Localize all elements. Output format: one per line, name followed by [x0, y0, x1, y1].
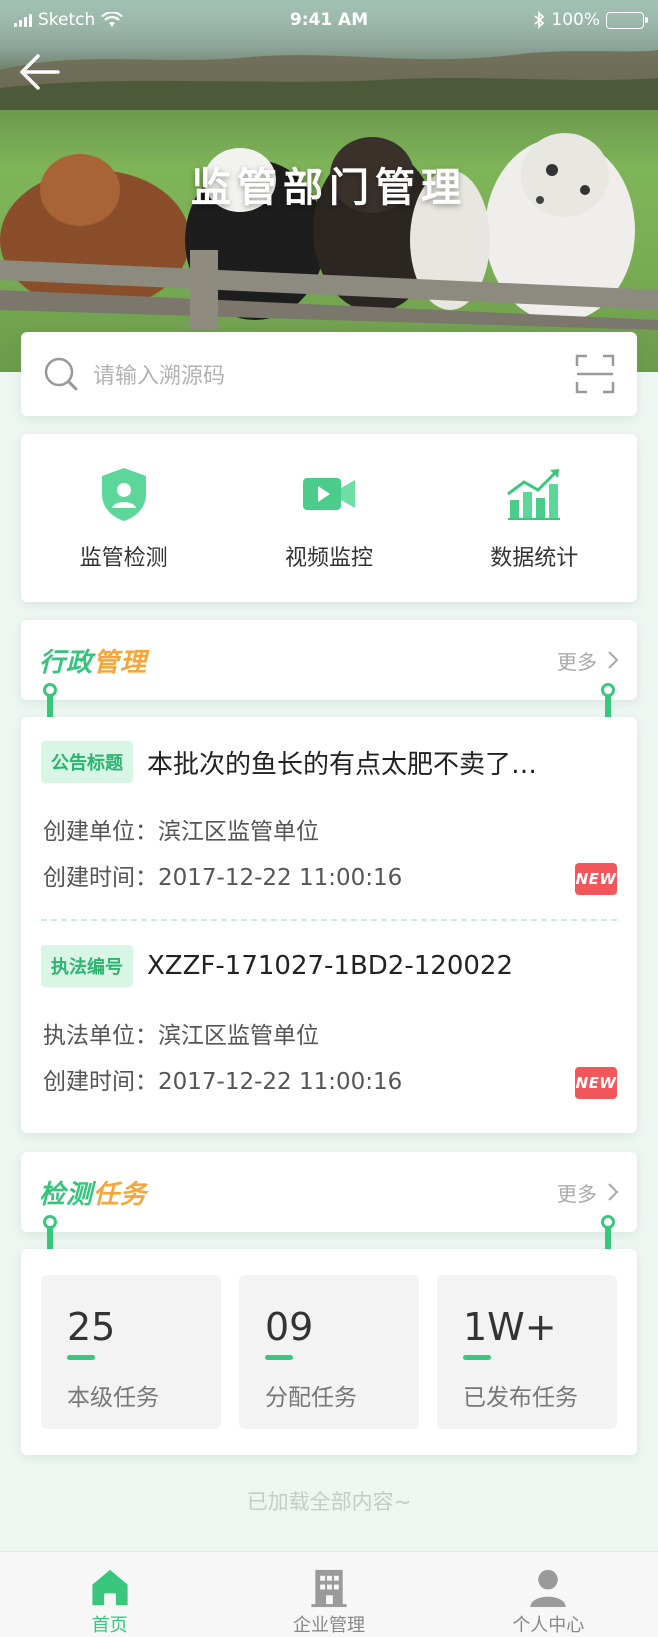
task-section-title: 检测任务 — [39, 1179, 148, 1210]
notice-time: 创建时间：2017-12-22 11:00:16 — [43, 865, 403, 891]
status-bar: Sketch 9:41 AM 100% — [0, 0, 658, 40]
notice-title: 本批次的鱼长的有点太肥不卖了… — [147, 749, 538, 780]
task-label: 已发布任务 — [463, 1385, 578, 1411]
accent-underline — [265, 1355, 293, 1360]
hero-banner: Sketch 9:41 AM 100% 监管部门管理 — [0, 0, 658, 372]
admin-more-link[interactable]: 更多 — [557, 646, 619, 675]
task-value: 1W+ — [463, 1305, 557, 1349]
tab-enterprise[interactable]: 企业管理 — [229, 1552, 429, 1637]
tab-profile[interactable]: 个人中心 — [448, 1552, 648, 1637]
quick-action-stats[interactable]: 数据统计 — [444, 464, 624, 572]
quick-action-supervision[interactable]: 监管检测 — [34, 464, 214, 572]
task-stat-assigned[interactable]: 09 分配任务 — [239, 1275, 419, 1429]
notice-unit: 创建单位：滨江区监管单位 — [43, 819, 319, 845]
chart-growth-icon — [507, 469, 561, 520]
tab-label: 企业管理 — [292, 1615, 365, 1636]
loaded-all-note: 已加载全部内容~ — [246, 1490, 412, 1514]
admin-section-title: 行政管理 — [39, 647, 148, 678]
search-bar[interactable]: 请输入溯源码 — [21, 332, 637, 416]
enforcement-unit: 执法单位：滨江区监管单位 — [43, 1023, 319, 1049]
tab-label: 首页 — [91, 1615, 128, 1636]
signal-icon — [14, 13, 32, 27]
notice-tag: 公告标题 — [41, 741, 133, 783]
enforcement-time: 创建时间：2017-12-22 11:00:16 — [43, 1069, 403, 1095]
battery-percent: 100% — [551, 10, 600, 30]
task-stat-published[interactable]: 1W+ 已发布任务 — [437, 1275, 617, 1429]
task-label: 分配任务 — [265, 1385, 357, 1411]
new-badge: NEW — [575, 1067, 617, 1099]
enforcement-tag: 执法编号 — [41, 945, 133, 987]
list-item[interactable]: 公告标题 本批次的鱼长的有点太肥不卖了… 创建单位：滨江区监管单位 创建时间：2… — [41, 717, 617, 901]
home-icon — [92, 1569, 128, 1606]
enforcement-number: XZZF-171027-1BD2-120022 — [147, 951, 513, 981]
wifi-icon — [101, 12, 124, 27]
user-icon — [530, 1569, 566, 1608]
accent-underline — [67, 1355, 95, 1360]
task-stat-local[interactable]: 25 本级任务 — [41, 1275, 221, 1429]
bluetooth-icon — [534, 11, 545, 29]
building-icon — [311, 1569, 347, 1608]
chevron-right-icon — [608, 1183, 619, 1201]
task-more-link[interactable]: 更多 — [557, 1178, 619, 1207]
search-placeholder[interactable]: 请输入溯源码 — [93, 358, 575, 390]
quick-action-video[interactable]: 视频监控 — [239, 464, 419, 572]
quick-actions: 监管检测 视频监控 数据统计 — [21, 434, 637, 602]
tab-bar: 首页 企业管理 个人中心 — [0, 1551, 658, 1637]
battery-icon — [606, 11, 648, 29]
back-arrow-icon[interactable] — [18, 52, 62, 92]
task-label: 本级任务 — [67, 1385, 159, 1411]
tab-label: 个人中心 — [512, 1615, 585, 1636]
fence-illustration — [0, 250, 658, 330]
tab-home[interactable]: 首页 — [10, 1552, 210, 1637]
shield-user-icon — [101, 468, 146, 521]
quick-action-label: 监管检测 — [79, 546, 168, 571]
list-item[interactable]: 执法编号 XZZF-171027-1BD2-120022 执法单位：滨江区监管单… — [41, 921, 617, 1105]
mountains-illustration — [0, 50, 658, 110]
video-camera-icon — [302, 478, 355, 510]
quick-action-label: 视频监控 — [284, 546, 373, 571]
search-icon — [44, 357, 78, 391]
quick-action-label: 数据统计 — [490, 546, 579, 571]
new-badge: NEW — [575, 863, 617, 895]
admin-list: 公告标题 本批次的鱼长的有点太肥不卖了… 创建单位：滨江区监管单位 创建时间：2… — [21, 717, 637, 1133]
accent-underline — [463, 1355, 491, 1360]
scan-icon[interactable] — [575, 354, 615, 394]
task-stats: 25 本级任务 09 分配任务 1W+ 已发布任务 — [21, 1249, 637, 1455]
task-value: 25 — [67, 1305, 116, 1349]
chevron-right-icon — [608, 651, 619, 669]
admin-section-header: 行政管理 更多 — [21, 620, 637, 700]
task-section-header: 检测任务 更多 — [21, 1152, 637, 1232]
task-value: 09 — [265, 1305, 314, 1349]
carrier-label: Sketch — [38, 10, 96, 30]
page-title: 监管部门管理 — [191, 165, 467, 211]
status-time: 9:41 AM — [289, 10, 369, 30]
